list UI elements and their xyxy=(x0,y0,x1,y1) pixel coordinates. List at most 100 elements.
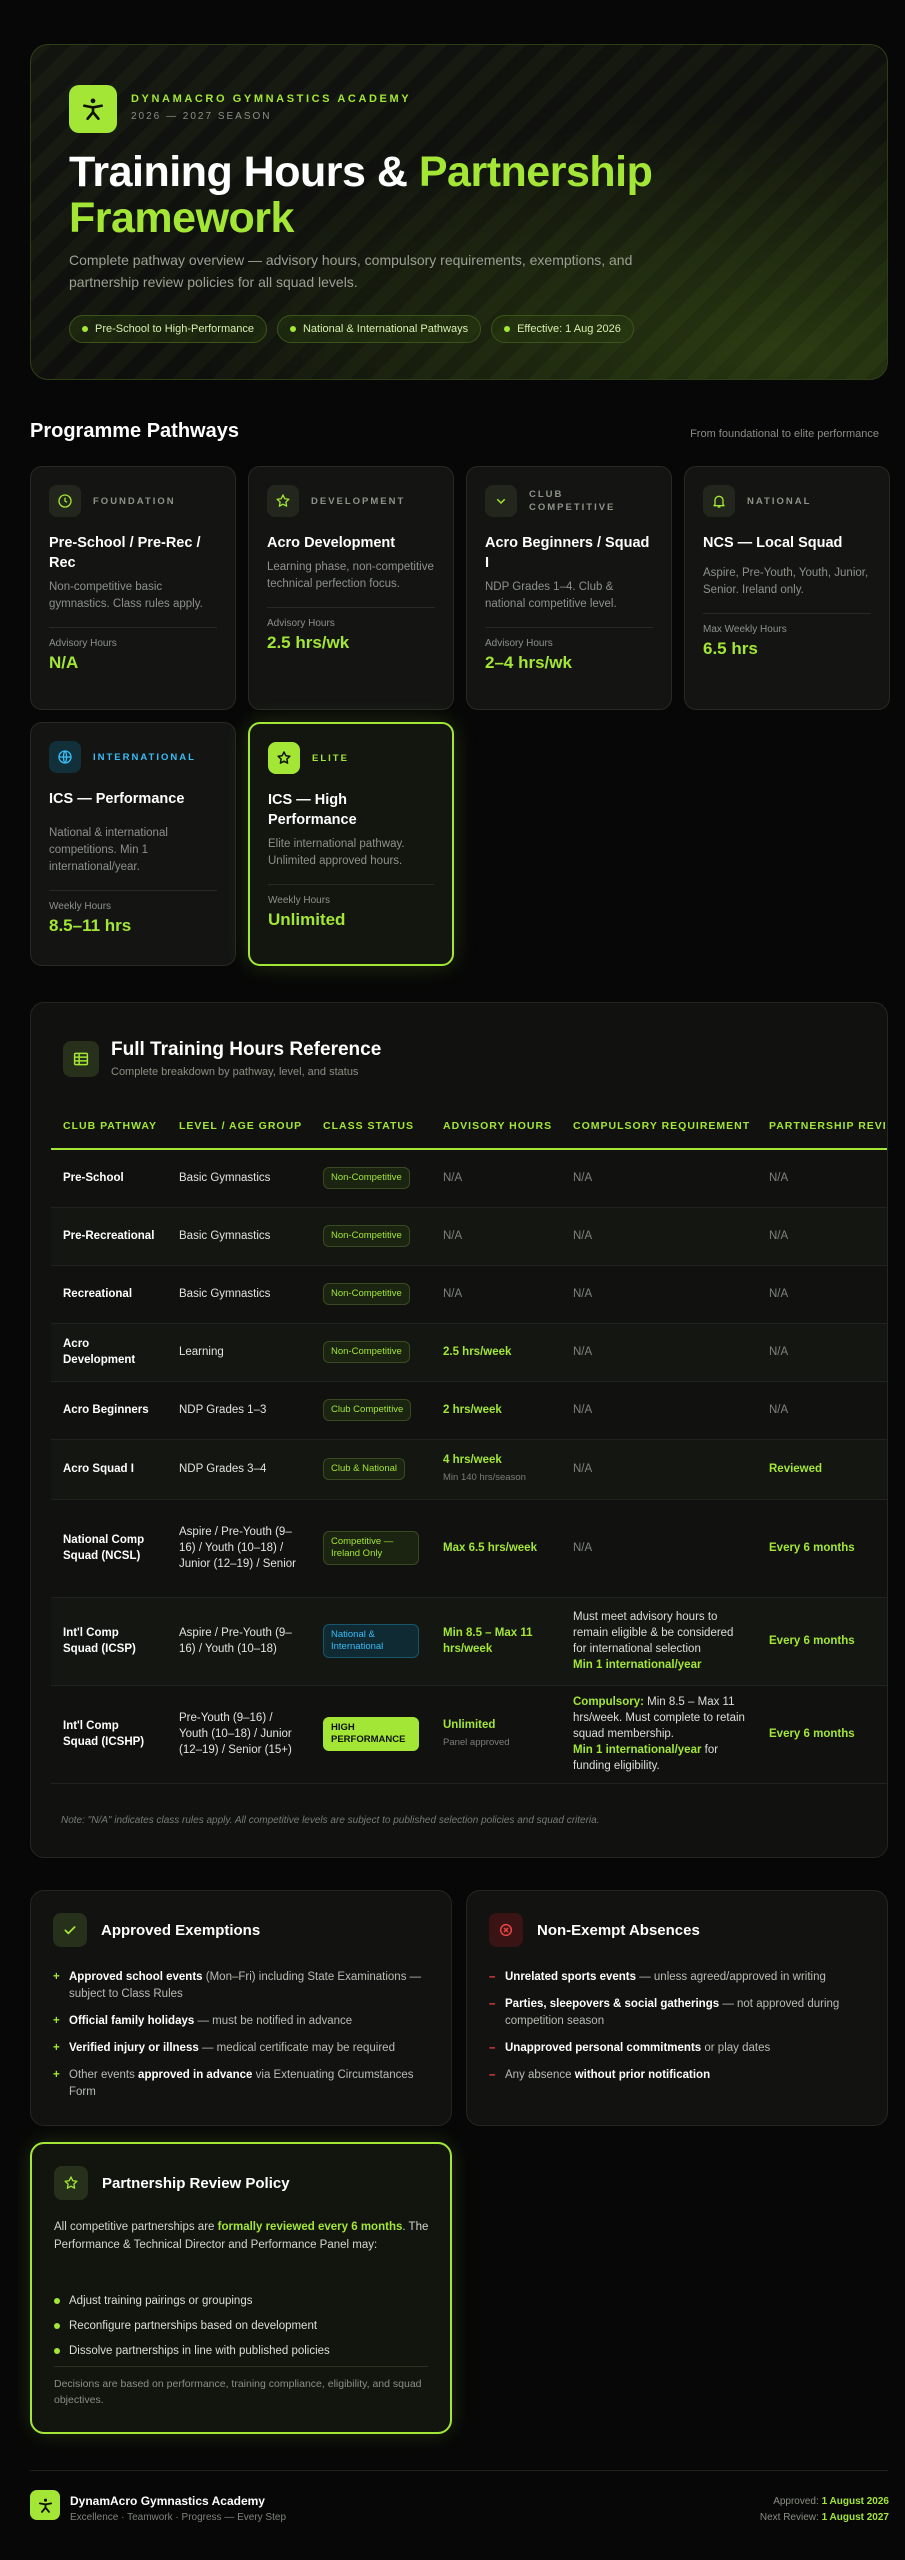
cell-club: National Comp Squad (NCSL) xyxy=(51,1499,167,1598)
table-row: Recreational Basic Gymnastics Non-Compet… xyxy=(51,1265,887,1324)
card-name: Acro Beginners / Squad I xyxy=(485,535,650,571)
dot-icon xyxy=(54,2322,60,2329)
cell-club: Int'l Comp Squad (ICSP) xyxy=(51,1597,167,1686)
dot-icon xyxy=(504,326,511,332)
pathway-card-international: INTERNATIONAL ICS — Performance National… xyxy=(30,722,236,966)
cell-hours: Unlimited Panel approved xyxy=(431,1685,561,1784)
cell-partnership: Reviewed xyxy=(757,1439,887,1500)
list-item: Approved school events (Mon–Fri) includi… xyxy=(53,1969,429,2003)
cell-status: HIGH PERFORMANCE xyxy=(311,1685,431,1784)
card-tag: CLUB COMPETITIVE xyxy=(529,489,616,513)
exemptions-list: Approved school events (Mon–Fri) includi… xyxy=(53,1969,429,2111)
card-divider xyxy=(703,613,871,614)
card-label: Advisory Hours xyxy=(485,638,553,649)
table-header-row: CLUB PATHWAY LEVEL / AGE GROUP CLASS STA… xyxy=(51,1103,887,1150)
cell-requirement: N/A xyxy=(561,1381,757,1440)
star-outline-icon xyxy=(267,485,299,517)
footer-academy-name: DynamAcro Gymnastics Academy xyxy=(70,2494,265,2508)
cell-status: Non-Competitive xyxy=(311,1265,431,1324)
pill-effective-date: Effective: 1 Aug 2026 xyxy=(491,315,634,343)
card-description: Learning phase, non-competitive technica… xyxy=(267,561,434,590)
next-review-date: Next Review: 1 August 2027 xyxy=(759,2512,889,2523)
status-badge: HIGH PERFORMANCE xyxy=(323,1717,419,1751)
cell-hours: 2 hrs/week xyxy=(431,1381,561,1440)
training-hours-table-panel: Full Training Hours Reference Complete b… xyxy=(30,1002,888,1858)
cell-club: Acro Squad I xyxy=(51,1439,167,1500)
page-title: Training Hours & Partnership Framework xyxy=(69,148,653,242)
cell-level: Basic Gymnastics xyxy=(167,1265,311,1324)
cell-status: Competitive — Ireland Only xyxy=(311,1499,431,1598)
cell-requirement: Compulsory: Min 8.5 – Max 11 hrs/week. M… xyxy=(561,1685,757,1784)
status-badge: Club & National xyxy=(323,1458,406,1480)
cell-partnership: N/A xyxy=(757,1149,887,1208)
page: DYNAMACRO GYMNASTICS ACADEMY 2026 — 2027… xyxy=(0,0,905,2560)
cell-status: Non-Competitive xyxy=(311,1323,431,1382)
cell-level: Aspire / Pre-Youth (9–16) / Youth (10–18… xyxy=(167,1499,311,1598)
column-header: PARTNERSHIP REVIEW xyxy=(757,1103,887,1150)
cell-partnership: N/A xyxy=(757,1381,887,1440)
footer-divider xyxy=(30,2470,888,2471)
training-hours-table: CLUB PATHWAY LEVEL / AGE GROUP CLASS STA… xyxy=(51,1103,887,1784)
footer-dates: Approved: 1 August 2026 Next Review: 1 A… xyxy=(760,2494,889,2526)
cell-hours: Min 8.5 – Max 11 hrs/week xyxy=(431,1597,561,1686)
table-row: Acro Development Learning Non-Competitiv… xyxy=(51,1323,887,1382)
hero-description: Complete pathway overview — advisory hou… xyxy=(69,252,633,290)
list-item: Official family holidays — must be notif… xyxy=(53,2013,429,2030)
card-divider xyxy=(267,607,435,608)
card-label: Advisory Hours xyxy=(49,638,117,649)
list-item: Unapproved personal commitments or play … xyxy=(489,2040,865,2057)
cell-requirement: N/A xyxy=(561,1149,757,1208)
cell-partnership: N/A xyxy=(757,1207,887,1266)
dot-icon xyxy=(54,2347,60,2354)
dot-icon xyxy=(82,326,88,332)
clock-icon xyxy=(49,485,81,517)
card-tag: DEVELOPMENT xyxy=(311,495,406,507)
list-item: Dissolve partnerships in line with publi… xyxy=(54,2338,330,2363)
absences-list: Unrelated sports events — unless agreed/… xyxy=(489,1969,865,2094)
card-description: National & international competitions. M… xyxy=(49,827,168,873)
card-value: 6.5 hrs xyxy=(703,639,758,658)
card-divider xyxy=(485,627,653,628)
table-row: Int'l Comp Squad (ICSP) Aspire / Pre-You… xyxy=(51,1597,887,1686)
cell-hours: Max 6.5 hrs/week xyxy=(431,1499,561,1598)
table-row: Pre-Recreational Basic Gymnastics Non-Co… xyxy=(51,1207,887,1266)
status-badge: Non-Competitive xyxy=(323,1167,410,1190)
card-label: Weekly Hours xyxy=(49,901,112,912)
gymnast-logo-icon xyxy=(30,2490,60,2520)
cell-hours: N/A xyxy=(431,1149,561,1208)
hero-pills: Pre-School to High-Performance National … xyxy=(69,315,634,343)
cell-hours: N/A xyxy=(431,1207,561,1266)
cell-requirement: N/A xyxy=(561,1207,757,1266)
cell-level: Basic Gymnastics xyxy=(167,1149,311,1208)
checkmark-icon xyxy=(53,1913,87,1947)
cell-club: Recreational xyxy=(51,1265,167,1324)
cell-status: Club & National xyxy=(311,1439,431,1500)
status-badge: Non-Competitive xyxy=(323,1283,410,1305)
card-name: ICS — Performance xyxy=(49,791,185,807)
cell-club: Int'l Comp Squad (ICSHP) xyxy=(51,1685,167,1784)
column-header: CLUB PATHWAY xyxy=(51,1103,167,1150)
table-row: Int'l Comp Squad (ICSHP) Pre-Youth (9–16… xyxy=(51,1685,887,1784)
cell-requirement: N/A xyxy=(561,1265,757,1324)
card-description: NDP Grades 1–4. Club & national competit… xyxy=(485,581,617,610)
panel-title: Non-Exempt Absences xyxy=(537,1921,700,1939)
x-circle-icon xyxy=(489,1913,523,1947)
panel-title: Approved Exemptions xyxy=(101,1921,261,1939)
pathway-card-development: DEVELOPMENT Acro Development Learning ph… xyxy=(248,466,454,710)
cell-partnership: N/A xyxy=(757,1265,887,1324)
card-value: 2–4 hrs/wk xyxy=(485,653,572,672)
card-label: Weekly Hours xyxy=(268,895,331,906)
list-item: Parties, sleepovers & social gatherings … xyxy=(489,1996,865,2030)
pathway-card-national: NATIONAL NCS — Local Squad Aspire, Pre-Y… xyxy=(684,466,890,710)
bell-icon xyxy=(703,485,735,517)
column-header: COMPULSORY REQUIREMENT xyxy=(561,1103,757,1150)
non-exempt-absences-panel: Non-Exempt Absences Unrelated sports eve… xyxy=(466,1890,888,2126)
card-description: Elite international pathway. Unlimited a… xyxy=(268,838,405,867)
card-label: Advisory Hours xyxy=(267,618,335,629)
hero-banner: DYNAMACRO GYMNASTICS ACADEMY 2026 — 2027… xyxy=(30,44,888,380)
pill-pathway-range: Pre-School to High-Performance xyxy=(69,315,267,343)
cell-requirement: Must meet advisory hours to remain eligi… xyxy=(561,1597,757,1686)
cell-level: Learning xyxy=(167,1323,311,1382)
policy-actions-list: Adjust training pairings or groupings Re… xyxy=(54,2288,330,2363)
dot-icon xyxy=(54,2297,60,2304)
